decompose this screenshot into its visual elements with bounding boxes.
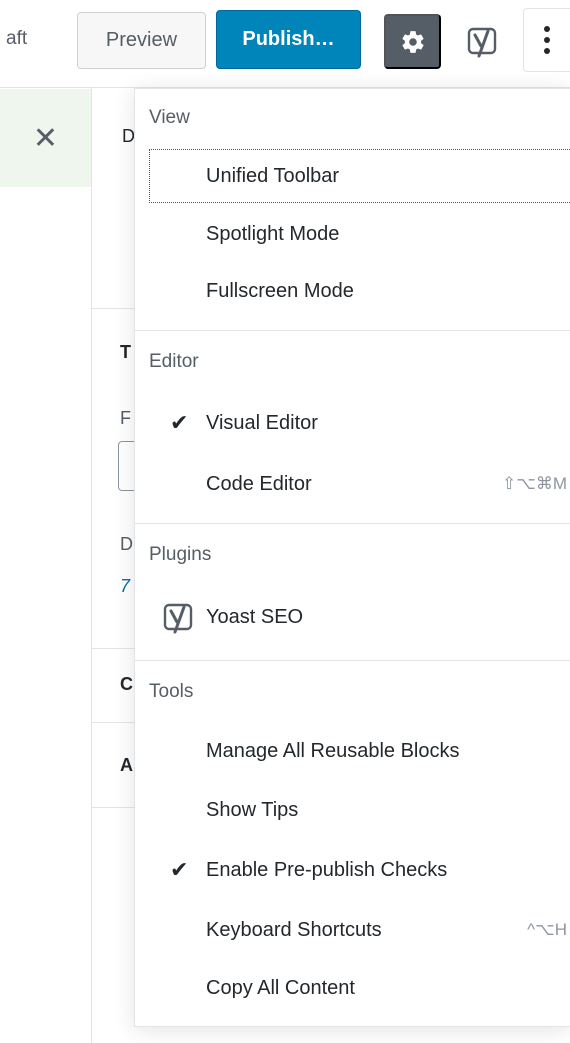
sidebar-peek-text: C xyxy=(120,674,133,694)
menu-item-label: Spotlight Mode xyxy=(206,222,340,245)
more-dot xyxy=(544,48,550,54)
menu-item-visual-editor[interactable]: ✔ Visual Editor xyxy=(150,397,570,449)
menu-divider xyxy=(135,523,570,524)
yoast-toolbar-button[interactable] xyxy=(460,16,506,68)
preview-button[interactable]: Preview xyxy=(77,12,206,69)
menu-item-copy-all-content[interactable]: Copy All Content xyxy=(150,962,570,1014)
menu-divider xyxy=(135,660,570,661)
menu-item-label: Copy All Content xyxy=(206,976,355,999)
sidebar-peek-link[interactable]: 7 xyxy=(120,576,130,597)
sidebar-peek-text: A xyxy=(120,755,133,775)
more-tools-button[interactable] xyxy=(523,8,570,72)
sidebar-peek-text: D xyxy=(120,534,133,554)
menu-item-label: Unified Toolbar xyxy=(206,164,340,187)
menu-item-label: Keyboard Shortcuts xyxy=(206,918,382,941)
menu-item-label: Code Editor xyxy=(206,472,312,495)
gear-icon xyxy=(401,30,424,53)
settings-button[interactable] xyxy=(384,14,441,69)
menu-item-label: Show Tips xyxy=(206,798,299,821)
check-icon: ✔ xyxy=(170,857,189,882)
sidebar-peek-text: T xyxy=(120,342,131,362)
menu-item-pre-publish-checks[interactable]: ✔ Enable Pre-publish Checks xyxy=(150,844,570,896)
more-dot xyxy=(544,37,550,43)
check-icon: ✔ xyxy=(170,410,189,435)
menu-item-manage-reusable-blocks[interactable]: Manage All Reusable Blocks xyxy=(150,725,570,777)
menu-item-label: Visual Editor xyxy=(206,411,318,434)
menu-group-label-tools: Tools xyxy=(149,681,194,702)
editor-header: aft Preview Publish… xyxy=(0,0,570,88)
menu-item-keyboard-shortcuts[interactable]: Keyboard Shortcuts ^⌥H xyxy=(150,904,570,956)
menu-item-label: Manage All Reusable Blocks xyxy=(206,739,460,762)
yoast-icon xyxy=(163,603,193,634)
yoast-icon xyxy=(467,27,497,58)
menu-item-show-tips[interactable]: Show Tips xyxy=(150,784,570,836)
more-tools-menu: View Unified Toolbar Spotlight Mode Full… xyxy=(134,88,570,1027)
menu-item-label: Enable Pre-publish Checks xyxy=(206,858,448,881)
menu-item-label: Fullscreen Mode xyxy=(206,279,354,302)
menu-item-code-editor[interactable]: Code Editor ⇧⌥⌘M xyxy=(150,458,570,510)
menu-item-yoast-seo[interactable]: Yoast SEO xyxy=(150,591,570,643)
menu-group-label-plugins: Plugins xyxy=(149,544,212,565)
menu-group-label-view: View xyxy=(149,107,190,128)
publish-button[interactable]: Publish… xyxy=(216,10,361,69)
menu-item-unified-toolbar[interactable]: Unified Toolbar xyxy=(149,149,570,203)
menu-item-shortcut: ^⌥H xyxy=(527,920,567,939)
menu-item-fullscreen-mode[interactable]: Fullscreen Mode xyxy=(150,265,570,317)
menu-group-label-editor: Editor xyxy=(149,351,199,372)
close-sidebar-button[interactable]: ✕ xyxy=(0,89,91,187)
sidebar-peek-text: F xyxy=(120,408,131,428)
menu-divider xyxy=(135,330,570,331)
more-dot xyxy=(544,26,550,32)
save-draft-link[interactable]: aft xyxy=(6,28,27,50)
menu-item-shortcut: ⇧⌥⌘M xyxy=(502,474,567,493)
menu-item-spotlight-mode[interactable]: Spotlight Mode xyxy=(150,208,570,260)
menu-item-label: Yoast SEO xyxy=(206,605,304,628)
